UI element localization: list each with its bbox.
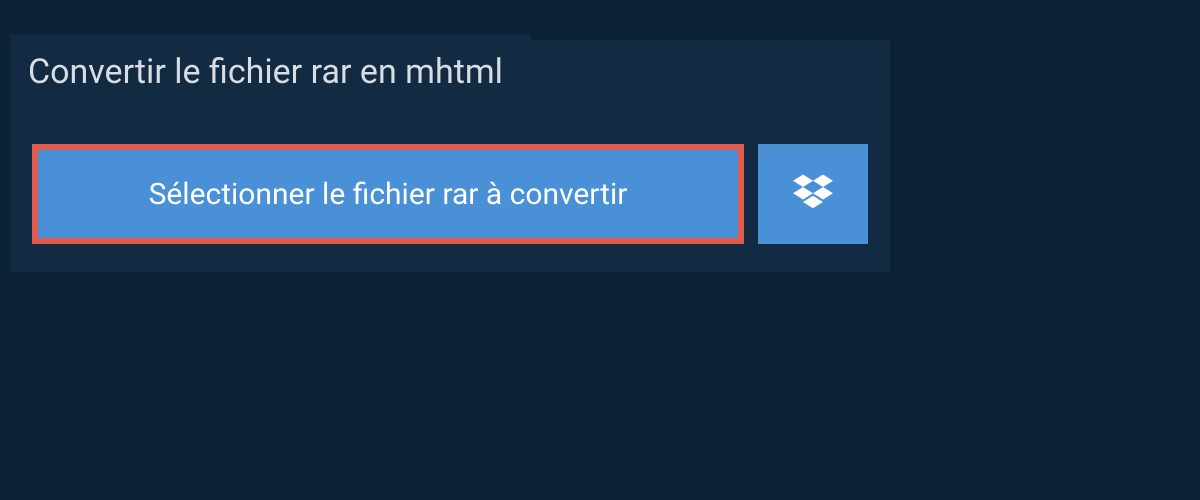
- action-row: Sélectionner le fichier rar à convertir: [10, 116, 890, 272]
- page-title: Convertir le fichier rar en mhtml: [10, 34, 531, 110]
- dropbox-button[interactable]: [758, 144, 868, 244]
- select-file-button[interactable]: Sélectionner le fichier rar à convertir: [32, 144, 744, 244]
- select-file-label: Sélectionner le fichier rar à convertir: [149, 177, 628, 212]
- dropbox-icon: [793, 172, 833, 216]
- converter-panel: Convertir le fichier rar en mhtml Sélect…: [10, 40, 890, 272]
